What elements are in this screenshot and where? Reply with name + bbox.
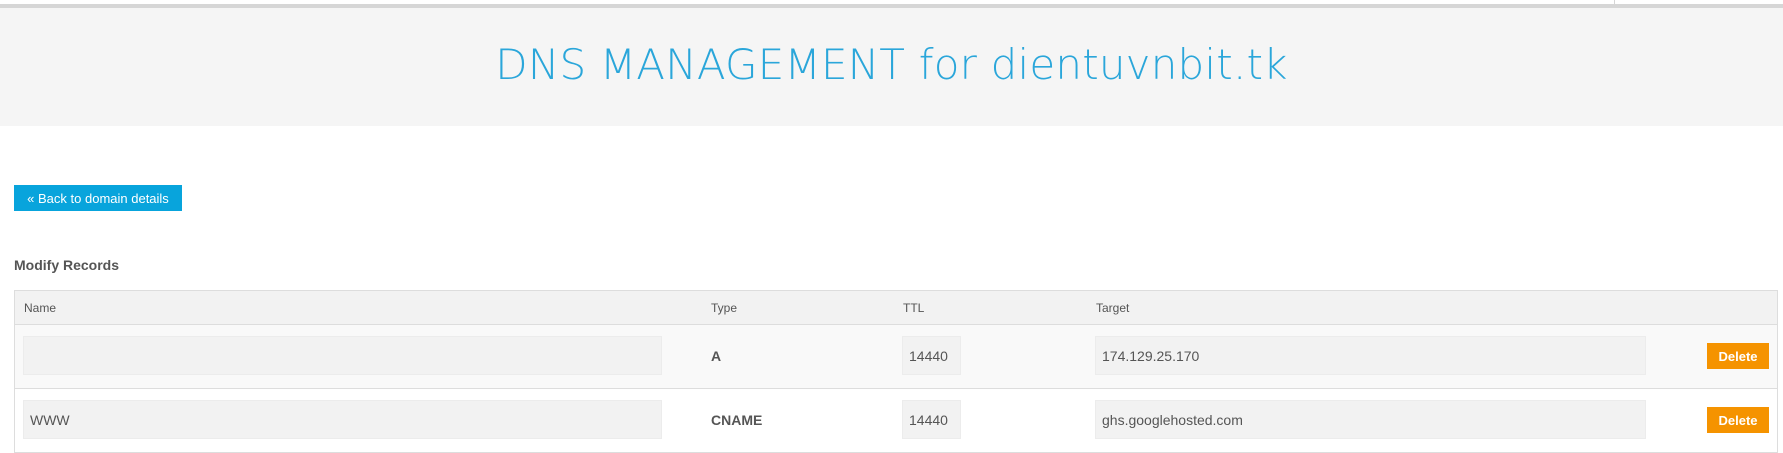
dns-records-table: Name Type TTL Target A 14440 174.129.25.… [14,290,1778,453]
page-title: DNS MANAGEMENT for dientuvnbit.tk [495,39,1288,89]
record-name-field[interactable]: WWW [23,400,662,439]
record-type: CNAME [711,412,763,428]
delete-record-button[interactable]: Delete [1707,407,1769,433]
table-row: WWW CNAME 14440 ghs.googlehosted.com Del… [15,389,1777,453]
column-header-name: Name [24,301,57,315]
record-ttl-field[interactable]: 14440 [902,336,961,375]
record-ttl-field[interactable]: 14440 [902,400,961,439]
section-title: Modify Records [14,257,120,273]
column-header-type: Type [711,301,738,315]
record-name-field[interactable] [23,336,662,375]
record-target-field[interactable]: ghs.googlehosted.com [1095,400,1646,439]
table-row: A 14440 174.129.25.170 Delete [15,325,1777,389]
delete-record-button[interactable]: Delete [1707,343,1769,369]
table-header: Name Type TTL Target [15,291,1777,325]
record-target-field[interactable]: 174.129.25.170 [1095,336,1646,375]
top-border-tick [1614,0,1615,4]
back-to-domain-details-button[interactable]: « Back to domain details [14,185,182,211]
column-header-ttl: TTL [903,301,925,315]
column-header-target: Target [1096,301,1130,315]
record-type: A [711,348,722,364]
page-header: DNS MANAGEMENT for dientuvnbit.tk [0,8,1783,126]
